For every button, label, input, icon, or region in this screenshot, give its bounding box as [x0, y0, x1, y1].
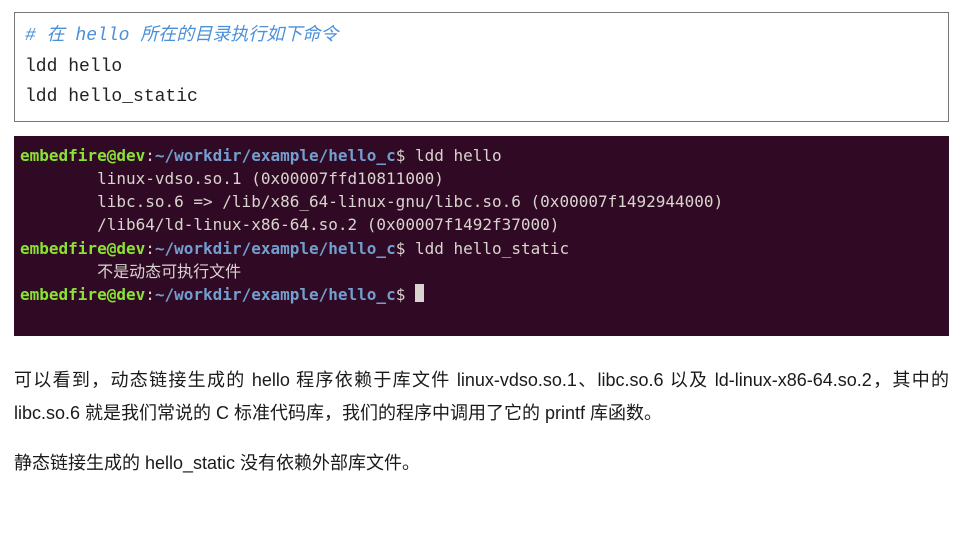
- paragraph-1: 可以看到，动态链接生成的 hello 程序依赖于库文件 linux-vdso.s…: [14, 364, 949, 431]
- prompt-colon: :: [145, 285, 155, 304]
- prompt-colon: :: [145, 146, 155, 165]
- terminal-out-1: linux-vdso.so.1 (0x00007ffd10811000): [20, 169, 444, 188]
- paragraph-2: 静态链接生成的 hello_static 没有依赖外部库文件。: [14, 447, 949, 480]
- prompt-colon: :: [145, 239, 155, 258]
- terminal-out-3: /lib64/ld-linux-x86-64.so.2 (0x00007f149…: [20, 215, 559, 234]
- prompt-user: embedfire@dev: [20, 239, 145, 258]
- terminal-output: embedfire@dev:~/workdir/example/hello_c$…: [14, 136, 949, 336]
- prompt-dollar: $: [396, 239, 406, 258]
- terminal-out-4: 不是动态可执行文件: [20, 262, 241, 281]
- terminal-cmd-2: ldd hello_static: [415, 239, 569, 258]
- code-comment: # 在 hello 所在的目录执行如下命令: [25, 26, 338, 46]
- prompt-user: embedfire@dev: [20, 146, 145, 165]
- prompt-dollar: $: [396, 285, 406, 304]
- prompt-path: ~/workdir/example/hello_c: [155, 146, 396, 165]
- command-box: # 在 hello 所在的目录执行如下命令 ldd hello ldd hell…: [14, 12, 949, 122]
- prompt-dollar: $: [396, 146, 406, 165]
- code-line-1: ldd hello: [25, 57, 122, 77]
- terminal-cmd-1: ldd hello: [415, 146, 502, 165]
- code-line-2: ldd hello_static: [25, 87, 198, 107]
- cursor-icon: [415, 284, 424, 302]
- terminal-out-2: libc.so.6 => /lib/x86_64-linux-gnu/libc.…: [20, 192, 723, 211]
- prompt-user: embedfire@dev: [20, 285, 145, 304]
- prompt-path: ~/workdir/example/hello_c: [155, 239, 396, 258]
- prompt-path: ~/workdir/example/hello_c: [155, 285, 396, 304]
